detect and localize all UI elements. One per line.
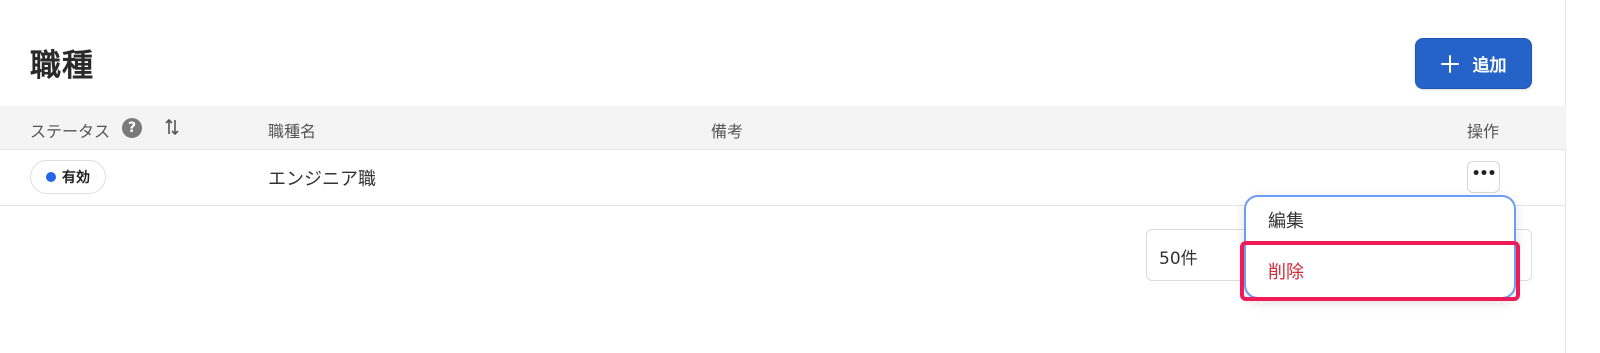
status-dot-icon [46,172,56,182]
add-button-label: 追加 [1472,56,1507,76]
page-title: 職種 [30,48,94,84]
add-button[interactable]: 追加 [1415,38,1532,89]
more-actions-button[interactable]: ••• [1467,161,1500,193]
status-label: 有効 [62,170,90,186]
menu-item-delete[interactable]: 削除 [1268,258,1304,284]
page-size-value: 50件 [1159,249,1198,269]
job-name-cell: エンジニア職 [268,169,376,190]
column-header-status[interactable]: ステータス [30,118,110,142]
column-header-name: 職種名 [268,122,317,141]
sort-icon[interactable] [164,116,180,138]
table-header: ステータス 職種名 備考 操作 [0,106,1566,150]
plus-icon [1440,54,1459,73]
help-icon[interactable]: ? [122,118,142,138]
column-header-actions: 操作 [1467,122,1500,141]
column-header-notes: 備考 [711,122,744,141]
menu-item-edit[interactable]: 編集 [1268,207,1304,233]
status-badge: 有効 [30,160,106,194]
more-horizontal-icon: ••• [1471,166,1497,182]
